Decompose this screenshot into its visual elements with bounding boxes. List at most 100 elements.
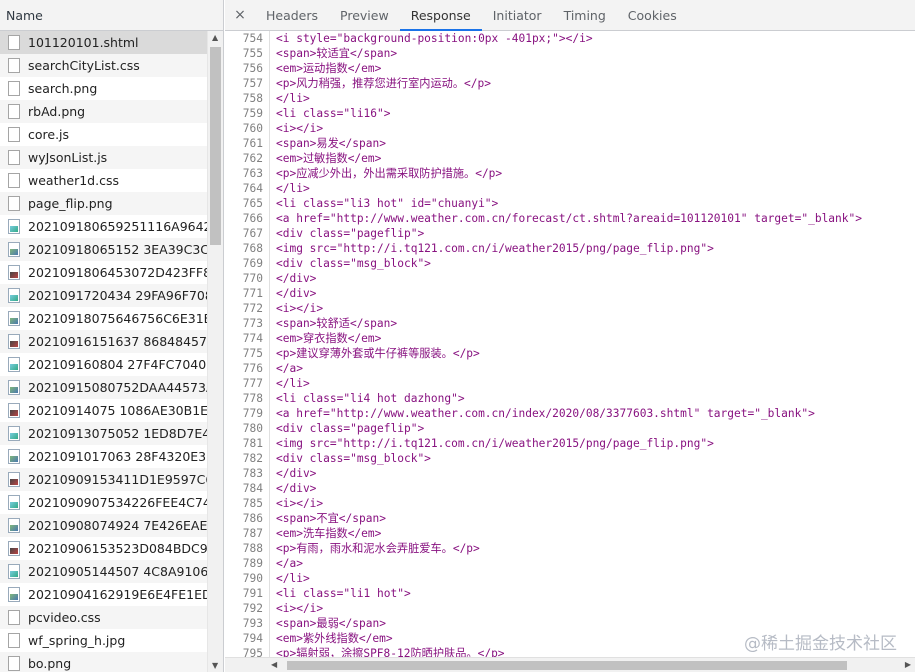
request-row[interactable]: 20210915080752DAA44573AF. <box>0 376 207 399</box>
line-source: <li class="li4 hot dazhong"> <box>269 391 465 406</box>
tab-initiator[interactable]: Initiator <box>482 0 553 30</box>
source-line: 792 <i></i> <box>225 601 915 616</box>
image-icon <box>8 518 20 533</box>
line-number: 775 <box>242 347 263 360</box>
line-source: <li class="li16"> <box>269 106 391 121</box>
request-name: 20210905144507 4C8A9106A0 <box>28 564 207 579</box>
line-source: <em>洗车指数</em> <box>269 526 381 541</box>
line-number: 771 <box>242 287 263 300</box>
request-name: 20210906153523D084BDC977. <box>28 541 207 556</box>
line-number: 756 <box>242 62 263 75</box>
name-column-header[interactable]: Name <box>0 0 223 31</box>
line-source: <span>易发</span> <box>269 136 386 151</box>
scroll-right-arrow-icon[interactable]: ▶ <box>905 660 911 669</box>
image-icon <box>8 311 20 326</box>
line-source: <a href="http://www.weather.com.cn/index… <box>269 406 815 421</box>
line-number: 759 <box>242 107 263 120</box>
tab-cookies[interactable]: Cookies <box>617 0 688 30</box>
doc-icon <box>8 35 20 50</box>
request-row[interactable]: wyJsonList.js <box>0 146 207 169</box>
request-row[interactable]: weather1d.css <box>0 169 207 192</box>
tab-response[interactable]: Response <box>399 0 482 31</box>
request-row[interactable]: 101120101.shtml <box>0 31 207 54</box>
line-number: 794 <box>242 632 263 645</box>
image-icon <box>8 564 20 579</box>
scroll-down-arrow-icon[interactable]: ▼ <box>212 661 218 670</box>
request-row[interactable]: rbAd.png <box>0 100 207 123</box>
doc-icon <box>8 656 20 671</box>
horizontal-scrollbar[interactable]: ◀ ▶ <box>225 657 915 672</box>
close-icon[interactable]: × <box>225 0 255 30</box>
source-line: 778 <li class="li4 hot dazhong"> <box>225 391 915 406</box>
request-name: bo.png <box>28 656 72 671</box>
line-source: <em>运动指数</em> <box>269 61 381 76</box>
line-source: <i></i> <box>269 601 323 616</box>
request-row[interactable]: 20210908074924 7E426EAE45F <box>0 514 207 537</box>
response-source-viewer[interactable]: 754 <i style="background-position:0px -40… <box>225 31 915 657</box>
scroll-thumb[interactable] <box>210 47 221 245</box>
request-row[interactable]: search.png <box>0 77 207 100</box>
line-number: 781 <box>242 437 263 450</box>
request-row[interactable]: 2021091806453072D423FF8BD <box>0 261 207 284</box>
tab-headers[interactable]: Headers <box>255 0 329 30</box>
request-row[interactable]: 20210913075052 1ED8D7E48D. <box>0 422 207 445</box>
line-source: </a> <box>269 361 303 376</box>
source-line: 787 <em>洗车指数</em> <box>225 526 915 541</box>
line-number: 757 <box>242 77 263 90</box>
request-row[interactable]: wf_spring_h.jpg <box>0 629 207 652</box>
request-row[interactable]: 2021090907534226FEE4C74E6 <box>0 491 207 514</box>
request-row[interactable]: pcvideo.css <box>0 606 207 629</box>
line-number: 774 <box>242 332 263 345</box>
request-name: pcvideo.css <box>28 610 101 625</box>
line-source: <span>不宜</span> <box>269 511 386 526</box>
request-name: 2021091806453072D423FF8BD <box>28 265 207 280</box>
request-row[interactable]: 20210918075646756C6E31B5D <box>0 307 207 330</box>
request-row[interactable]: 20210905144507 4C8A9106A0 <box>0 560 207 583</box>
source-line: 757 <p>风力稍强，推荐您进行室内运动。</p> <box>225 76 915 91</box>
line-number: 787 <box>242 527 263 540</box>
line-number: 777 <box>242 377 263 390</box>
request-row[interactable]: 20210904162919E6E4FE1ED17 <box>0 583 207 606</box>
scroll-left-arrow-icon[interactable]: ◀ <box>271 660 277 669</box>
scroll-up-arrow-icon[interactable]: ▲ <box>212 33 218 42</box>
horizontal-scroll-thumb[interactable] <box>287 661 847 670</box>
image-icon <box>8 357 20 372</box>
request-row[interactable]: 2021091017063 28F4320E3F2C <box>0 445 207 468</box>
line-source: <em>紫外线指数</em> <box>269 631 393 646</box>
tab-timing[interactable]: Timing <box>553 0 617 30</box>
line-source: </li> <box>269 571 310 586</box>
request-row[interactable]: 202109180659251116A9642E <box>0 215 207 238</box>
source-line: 774 <em>穿衣指数</em> <box>225 331 915 346</box>
request-row[interactable]: searchCityList.css <box>0 54 207 77</box>
request-list-scrollbar[interactable]: ▲ ▼ <box>207 31 223 672</box>
line-number: 768 <box>242 242 263 255</box>
image-icon <box>8 449 20 464</box>
request-row[interactable]: 20210909153411D1E9597C673 <box>0 468 207 491</box>
request-row[interactable]: bo.png <box>0 652 207 672</box>
request-row[interactable]: 202109160804 27F4FC7040594 <box>0 353 207 376</box>
line-source: <em>过敏指数</em> <box>269 151 381 166</box>
line-number: 784 <box>242 482 263 495</box>
request-row[interactable]: 20210914075 1086AE30B1E347 <box>0 399 207 422</box>
source-line: 791 <li class="li1 hot"> <box>225 586 915 601</box>
source-line: 771 </div> <box>225 286 915 301</box>
line-number: 767 <box>242 227 263 240</box>
line-number: 754 <box>242 32 263 45</box>
source-line: 781 <img src="http://i.tq121.com.cn/i/wea… <box>225 436 915 451</box>
request-name: 2021091720434 29FA96F708D0 <box>28 288 207 303</box>
request-row[interactable]: core.js <box>0 123 207 146</box>
request-row[interactable]: 20210918065152 3EA39C3C85E <box>0 238 207 261</box>
source-line: 755 <span>较适宜</span> <box>225 46 915 61</box>
request-row[interactable]: page_flip.png <box>0 192 207 215</box>
line-source: </li> <box>269 376 310 391</box>
request-row[interactable]: 20210916151637 86848457A5F <box>0 330 207 353</box>
request-name: 20210915080752DAA44573AF. <box>28 380 207 395</box>
request-name: weather1d.css <box>28 173 119 188</box>
request-row[interactable]: 20210906153523D084BDC977. <box>0 537 207 560</box>
line-source: <i></i> <box>269 121 323 136</box>
tab-preview[interactable]: Preview <box>329 0 400 30</box>
line-number: 789 <box>242 557 263 570</box>
line-source: <li class="li3 hot" id="chuanyi"> <box>269 196 498 211</box>
image-icon <box>8 380 20 395</box>
request-row[interactable]: 2021091720434 29FA96F708D0 <box>0 284 207 307</box>
